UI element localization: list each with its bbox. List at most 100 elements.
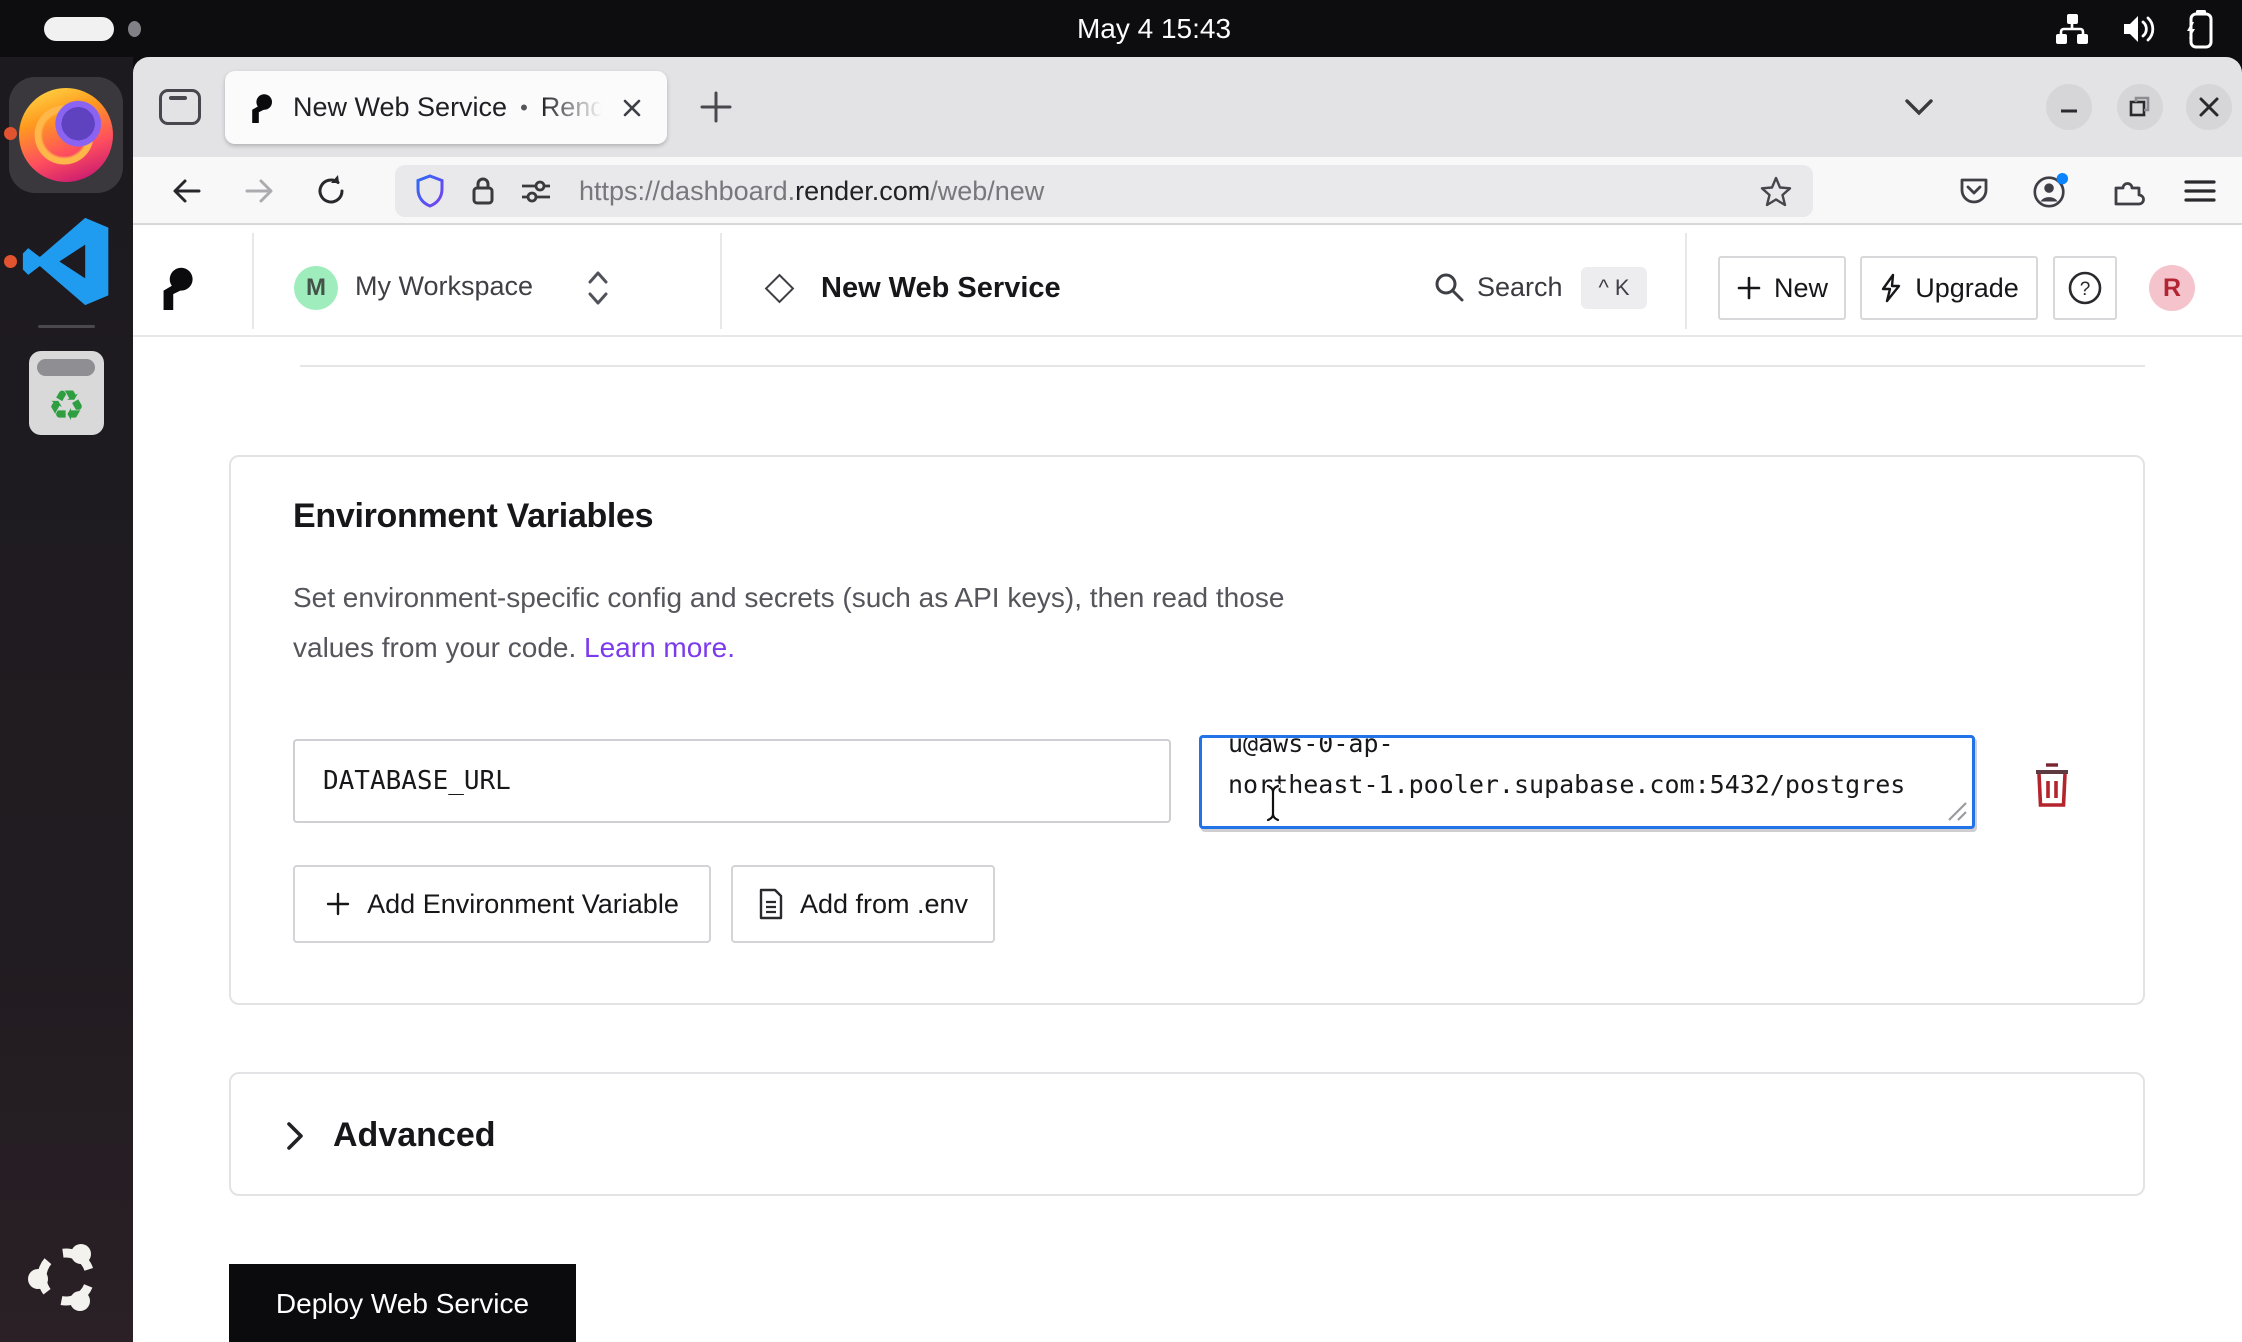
text-cursor	[1264, 783, 1282, 823]
help-button[interactable]: ?	[2053, 256, 2117, 320]
browser-window: New Web Service • Rend	[133, 57, 2242, 1342]
forward-icon[interactable]	[241, 173, 277, 209]
advanced-title[interactable]: Advanced	[333, 1116, 496, 1155]
page-title: New Web Service	[821, 272, 1061, 305]
bookmark-star-icon[interactable]	[1759, 174, 1793, 208]
search-icon[interactable]	[1433, 271, 1465, 303]
tab-strip: New Web Service • Rend	[133, 57, 2242, 157]
env-value-line2: northeast-1.pooler.supabase.com:5432/pos…	[1228, 770, 1905, 799]
delete-variable-trash-icon[interactable]	[2031, 761, 2073, 809]
env-key-value: DATABASE_URL	[323, 766, 511, 796]
workspace-avatar[interactable]: M	[294, 266, 338, 310]
previous-card-edge	[300, 365, 2145, 367]
workspace-name[interactable]: My Workspace	[355, 271, 533, 302]
env-description: Set environment-specific config and secr…	[293, 573, 1284, 673]
header-divider	[1685, 233, 1687, 329]
env-value-textarea[interactable]: u@aws-0-ap- northeast-1.pooler.supabase.…	[1199, 735, 1975, 829]
environment-variables-card: Environment Variables Set environment-sp…	[229, 455, 2145, 1005]
advanced-card[interactable]: Advanced	[229, 1072, 2145, 1196]
file-icon	[758, 888, 784, 920]
vscode-icon	[22, 217, 111, 306]
tab-list-chevron-icon[interactable]	[1901, 95, 1937, 119]
reload-icon[interactable]	[313, 173, 349, 209]
env-value-text: u@aws-0-ap- northeast-1.pooler.supabase.…	[1202, 735, 1972, 805]
learn-more-link[interactable]: Learn more.	[584, 632, 735, 663]
add-variable-label: Add Environment Variable	[367, 889, 679, 920]
env-key-input[interactable]: DATABASE_URL	[293, 739, 1171, 823]
browser-tab[interactable]: New Web Service • Rend	[225, 71, 667, 144]
render-dashboard-page: M My Workspace New Web Service Search ^ …	[133, 225, 2242, 1342]
window-restore-button[interactable]	[2117, 84, 2163, 130]
add-from-env-button[interactable]: Add from .env	[731, 865, 995, 943]
plus-icon	[325, 891, 351, 917]
search-shortcut-badge: ^ K	[1581, 267, 1647, 309]
deploy-web-service-button[interactable]: Deploy Web Service	[229, 1264, 576, 1342]
resize-handle[interactable]	[1945, 799, 1969, 823]
dock: ♻	[0, 57, 133, 1342]
dock-divider	[38, 325, 95, 328]
menu-hamburger-icon[interactable]	[2181, 172, 2219, 210]
system-tray[interactable]	[2054, 0, 2216, 57]
browser-navbar: https://dashboard.render.com/web/new	[133, 157, 2242, 225]
permissions-icon[interactable]	[519, 176, 553, 206]
running-indicator	[4, 127, 17, 140]
dock-item-trash[interactable]: ♻	[29, 351, 104, 435]
battery-charging-icon	[2186, 9, 2216, 49]
tab-title-suffix: Rend	[541, 92, 606, 123]
workspace-switcher-icon[interactable]	[585, 267, 611, 309]
svg-text:?: ?	[2080, 279, 2091, 300]
header-divider	[720, 233, 722, 329]
extensions-puzzle-icon[interactable]	[2108, 172, 2146, 210]
env-section-title: Environment Variables	[293, 497, 653, 536]
volume-icon	[2120, 12, 2156, 46]
back-icon[interactable]	[169, 173, 205, 209]
chevron-right-icon[interactable]	[283, 1118, 307, 1154]
help-circle-icon: ?	[2066, 269, 2104, 307]
account-icon[interactable]	[2031, 172, 2069, 210]
plus-icon	[1736, 275, 1762, 301]
window-close-button[interactable]	[2186, 84, 2232, 130]
pocket-icon[interactable]	[1955, 172, 1993, 210]
account-avatar[interactable]: R	[2149, 265, 2195, 311]
new-button-label: New	[1774, 273, 1828, 304]
shield-icon[interactable]	[415, 174, 445, 208]
header-divider	[252, 233, 254, 329]
firefox-icon	[19, 88, 113, 182]
add-environment-variable-button[interactable]: Add Environment Variable	[293, 865, 711, 943]
firefox-view-icon[interactable]	[159, 89, 201, 125]
ubuntu-logo-icon	[24, 1235, 109, 1320]
app-header: M My Workspace New Web Service Search ^ …	[133, 225, 2242, 337]
trash-lid	[37, 359, 95, 376]
tab-close-icon[interactable]	[617, 93, 647, 123]
lightning-icon	[1879, 273, 1903, 303]
tab-title: New Web Service	[293, 92, 507, 123]
new-button[interactable]: New	[1718, 256, 1846, 320]
url-text[interactable]: https://dashboard.render.com/web/new	[579, 176, 1044, 207]
url-bar[interactable]: https://dashboard.render.com/web/new	[395, 165, 1813, 217]
recycle-icon: ♻	[29, 377, 104, 435]
render-logo-icon[interactable]	[153, 262, 197, 314]
dock-item-firefox[interactable]	[9, 77, 123, 193]
service-diamond-icon	[765, 274, 795, 304]
lock-icon[interactable]	[469, 175, 497, 207]
screen: May 4 15:43	[0, 0, 2242, 1342]
upgrade-button-label: Upgrade	[1915, 273, 2019, 304]
url-prefix: https://dashboard.	[579, 176, 795, 206]
new-tab-button[interactable]	[693, 81, 739, 133]
tab-separator: •	[520, 95, 528, 121]
network-icon	[2054, 12, 2090, 46]
render-favicon	[245, 93, 275, 123]
add-from-env-label: Add from .env	[800, 889, 968, 920]
system-top-bar: May 4 15:43	[0, 0, 2242, 57]
upgrade-button[interactable]: Upgrade	[1860, 256, 2038, 320]
dock-item-app-grid[interactable]	[24, 1235, 109, 1320]
search-label[interactable]: Search	[1477, 272, 1563, 303]
dock-item-vscode[interactable]	[22, 217, 111, 306]
url-path: /web/new	[930, 176, 1044, 206]
url-domain: render.com	[795, 176, 930, 206]
window-minimize-button[interactable]	[2046, 84, 2092, 130]
running-indicator	[4, 255, 17, 268]
clock[interactable]: May 4 15:43	[66, 0, 2242, 57]
env-value-line1: u@aws-0-ap-	[1228, 735, 1394, 758]
env-description-line1: Set environment-specific config and secr…	[293, 582, 1284, 613]
